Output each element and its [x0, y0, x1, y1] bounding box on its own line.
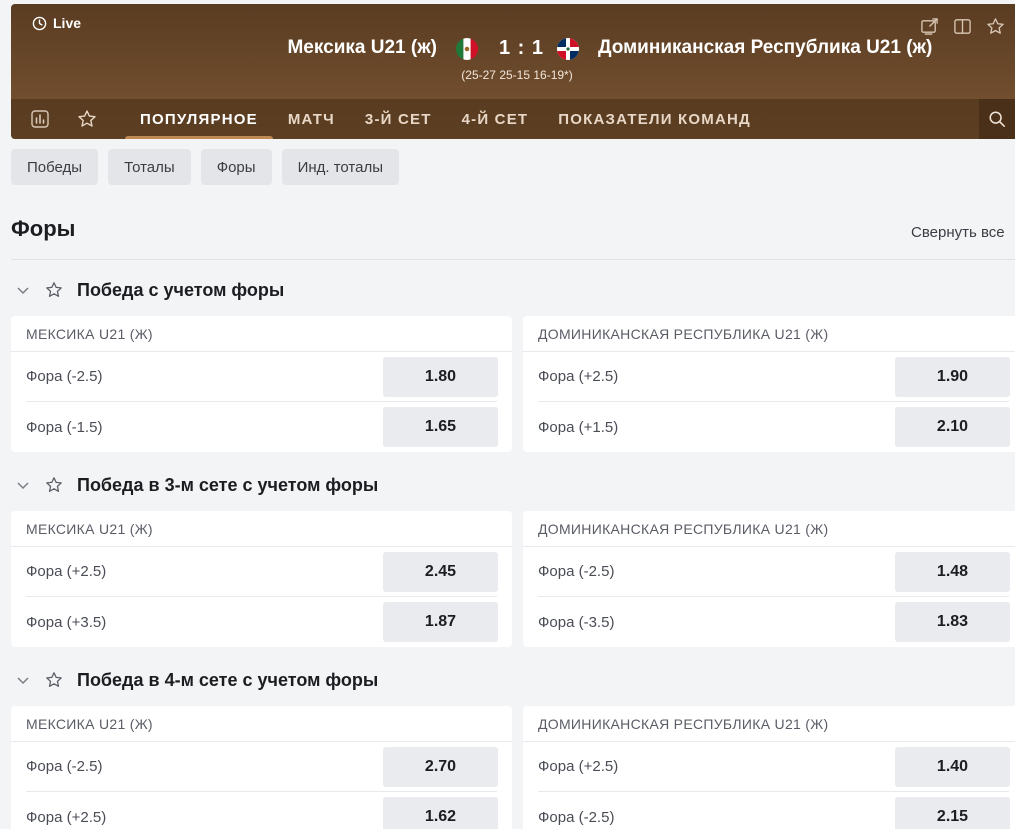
odd-button[interactable]: 2.10 [895, 407, 1010, 447]
home-column: МЕКСИКА U21 (Ж) Фора (+2.5) 2.45 Фора (+3… [11, 511, 512, 647]
odd-button[interactable]: 1.80 [383, 356, 498, 397]
mexico-flag-icon [456, 38, 478, 60]
star-icon[interactable] [45, 671, 67, 689]
odd-button[interactable]: 2.70 [383, 746, 498, 787]
handicap-label: Фора (+2.5) [26, 808, 107, 826]
odds-row: Фора (+2.5) 1.62 [26, 792, 498, 829]
odds-row: Фора (-2.5) 2.70 [26, 742, 498, 792]
handicap-label: Фора (+2.5) [26, 563, 107, 580]
away-team-name: Доминиканская Республика U21 (ж) [598, 37, 933, 58]
odd-button[interactable]: 1.83 [895, 602, 1010, 642]
market-nav: ПОПУЛЯРНОЕ МАТЧ 3-Й СЕТ 4-Й СЕТ ПОКАЗАТЕ… [11, 99, 1015, 139]
odds-row: Фора (-2.5) 1.80 [26, 352, 498, 402]
star-icon[interactable] [45, 281, 67, 299]
filter-totals[interactable]: Тоталы [108, 149, 191, 185]
star-icon[interactable] [45, 476, 67, 494]
clock-icon [32, 16, 47, 30]
match-header: Live Мексика U21 (ж) 1 : 1 Доминиканская… [11, 4, 1015, 139]
handicap-label: Фора (-1.5) [26, 418, 103, 436]
filter-individual-totals[interactable]: Инд. тоталы [281, 149, 400, 185]
column-team-name: МЕКСИКА U21 (Ж) [11, 316, 512, 352]
favorite-match-star-icon[interactable] [985, 16, 1005, 36]
live-indicator: Live [32, 15, 81, 31]
match-score: 1 : 1 [499, 37, 545, 59]
market-title: Победа с учетом форы [77, 279, 285, 300]
market-title: Победа в 3-м сете с учетом форы [77, 474, 379, 495]
dominican-flag-icon [557, 38, 579, 60]
filter-handicaps[interactable]: Форы [200, 149, 272, 185]
tab-match[interactable]: МАТЧ [273, 99, 350, 139]
market-set3-handicap: Победа в 3-м сете с учетом форы МЕКСИКА … [11, 470, 1015, 647]
odds-row: Фора (+3.5) 1.87 [26, 597, 498, 647]
odds-row: Фора (+2.5) 1.90 [538, 352, 1010, 402]
live-label: Live [53, 15, 82, 31]
odd-button[interactable]: 1.48 [895, 551, 1010, 592]
handicap-label: Фора (+3.5) [26, 613, 107, 631]
handicap-label: Фора (-2.5) [538, 563, 615, 580]
search-button[interactable] [979, 99, 1015, 139]
odds-row: Фора (+2.5) 2.45 [26, 547, 498, 597]
filter-wins[interactable]: Победы [11, 149, 99, 185]
home-column: МЕКСИКА U21 (Ж) Фора (-2.5) 2.70 Фора (+2… [11, 706, 512, 829]
odds-row: Фора (+1.5) 2.10 [538, 402, 1010, 452]
handicap-label: Фора (+2.5) [538, 758, 619, 775]
away-column: ДОМИНИКАНСКАЯ РЕСПУБЛИКА U21 (Ж) Фора (+… [523, 706, 1015, 829]
column-team-name: МЕКСИКА U21 (Ж) [11, 706, 512, 742]
market-title: Победа в 4-м сете с учетом форы [77, 669, 379, 690]
tab-popular[interactable]: ПОПУЛЯРНОЕ [125, 99, 273, 139]
handicap-label: Фора (-3.5) [538, 613, 615, 631]
market-set4-handicap: Победа в 4-м сете с учетом форы МЕКСИКА … [11, 665, 1015, 829]
odds-row: Фора (-2.5) 1.48 [538, 547, 1010, 597]
odd-button[interactable]: 1.87 [383, 602, 498, 642]
handicap-label: Фора (-2.5) [26, 758, 103, 775]
stats-icon[interactable] [11, 99, 69, 139]
odds-row: Фора (-1.5) 1.65 [26, 402, 498, 452]
search-icon [989, 111, 1005, 127]
chevron-down-icon[interactable] [12, 477, 34, 493]
favorites-tab-star-icon[interactable] [63, 99, 111, 139]
odds-row: Фора (-2.5) 2.15 [538, 792, 1010, 829]
popout-icon[interactable] [919, 16, 939, 36]
odd-button[interactable]: 2.45 [383, 551, 498, 592]
handicap-label: Фора (-2.5) [538, 808, 615, 826]
home-team-name: Мексика U21 (ж) [287, 37, 437, 58]
column-team-name: ДОМИНИКАНСКАЯ РЕСПУБЛИКА U21 (Ж) [523, 706, 1015, 742]
chevron-down-icon[interactable] [12, 672, 34, 688]
split-view-icon[interactable] [952, 16, 972, 36]
tab-team-stats[interactable]: ПОКАЗАТЕЛИ КОМАНД [543, 99, 766, 139]
odds-row: Фора (+2.5) 1.40 [538, 742, 1010, 792]
divider [11, 259, 1015, 260]
set-scores: (25-27 25-15 16-19*) [461, 68, 573, 82]
market-handicap-win: Победа с учетом форы МЕКСИКА U21 (Ж) Фор… [11, 275, 1015, 452]
column-team-name: МЕКСИКА U21 (Ж) [11, 511, 512, 547]
column-team-name: ДОМИНИКАНСКАЯ РЕСПУБЛИКА U21 (Ж) [523, 511, 1015, 547]
tab-set-3[interactable]: 3-Й СЕТ [350, 99, 447, 139]
market-filters: Победы Тоталы Форы Инд. тоталы [11, 149, 400, 185]
odd-button[interactable]: 2.15 [895, 797, 1010, 829]
odd-button[interactable]: 1.65 [383, 407, 498, 447]
column-team-name: ДОМИНИКАНСКАЯ РЕСПУБЛИКА U21 (Ж) [523, 316, 1015, 352]
handicap-label: Фора (-2.5) [26, 368, 103, 385]
home-column: МЕКСИКА U21 (Ж) Фора (-2.5) 1.80 Фора (-1… [11, 316, 512, 452]
handicap-label: Фора (+2.5) [538, 368, 619, 385]
odd-button[interactable]: 1.90 [895, 356, 1010, 397]
odds-row: Фора (-3.5) 1.83 [538, 597, 1010, 647]
odd-button[interactable]: 1.62 [383, 797, 498, 829]
tab-set-4[interactable]: 4-Й СЕТ [447, 99, 544, 139]
away-column: ДОМИНИКАНСКАЯ РЕСПУБЛИКА U21 (Ж) Фора (+… [523, 316, 1015, 452]
chevron-down-icon[interactable] [12, 282, 34, 298]
handicap-label: Фора (+1.5) [538, 418, 619, 436]
odd-button[interactable]: 1.40 [895, 746, 1010, 787]
section-title: Форы [11, 216, 76, 241]
collapse-all-link[interactable]: Свернуть все [911, 224, 1005, 241]
away-column: ДОМИНИКАНСКАЯ РЕСПУБЛИКА U21 (Ж) Фора (-… [523, 511, 1015, 647]
